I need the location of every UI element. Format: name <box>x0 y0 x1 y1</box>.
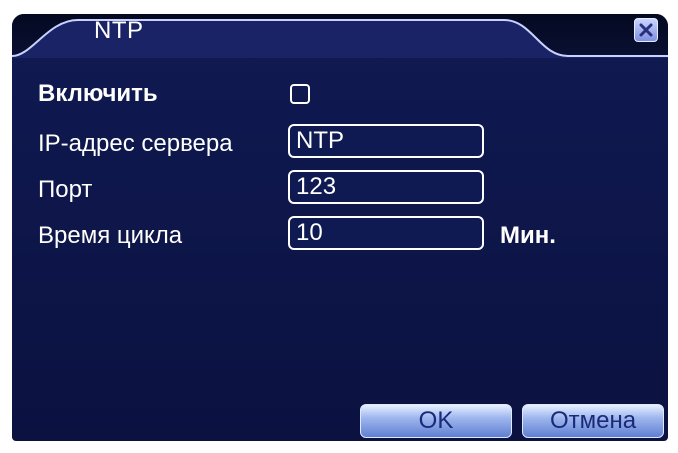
ntp-dialog: NTP Включить IP-адрес сервера NTP Порт 1… <box>12 14 668 441</box>
title-bar: NTP <box>12 14 668 58</box>
dialog-body: Включить IP-адрес сервера NTP Порт 123 В… <box>12 64 668 440</box>
close-icon <box>639 23 653 37</box>
enable-checkbox[interactable] <box>290 84 310 104</box>
cycle-time-label: Время цикла <box>38 222 183 249</box>
server-label: IP-адрес сервера <box>38 130 233 157</box>
server-address-field[interactable]: NTP <box>288 124 484 158</box>
cycle-unit-label: Мин. <box>500 222 556 249</box>
dialog-title: NTP <box>94 17 144 44</box>
ok-button[interactable]: OK <box>360 404 512 438</box>
cycle-time-field[interactable]: 10 <box>288 216 484 250</box>
port-label: Порт <box>38 176 93 203</box>
close-button[interactable] <box>634 18 658 42</box>
enable-label: Включить <box>38 80 158 107</box>
cancel-button[interactable]: Отмена <box>522 404 664 438</box>
port-field[interactable]: 123 <box>288 170 484 204</box>
